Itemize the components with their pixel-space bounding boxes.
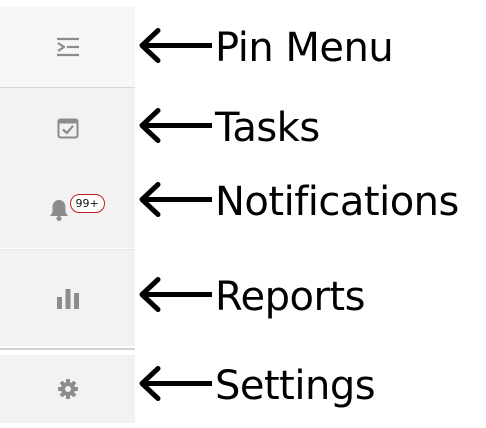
- pin-menu-icon: [55, 36, 81, 58]
- callout-label: Pin Menu: [215, 25, 394, 71]
- arrow-left-icon: [137, 180, 215, 225]
- nav-rail: 99+: [0, 0, 135, 428]
- tasks-icon: [56, 116, 80, 140]
- callout-notifications: Notifications: [137, 172, 482, 232]
- arrow-left-icon: [137, 26, 215, 71]
- notifications-icon-group: 99+: [48, 192, 105, 224]
- notifications-button[interactable]: 99+: [0, 168, 135, 248]
- tasks-button[interactable]: [0, 88, 135, 168]
- callout-tasks: Tasks: [137, 98, 482, 158]
- arrow-left-icon: [137, 275, 215, 320]
- callout-label: Settings: [215, 363, 376, 409]
- callout-reports: Reports: [137, 267, 482, 327]
- bell-icon: [48, 198, 70, 222]
- rail-divider: [0, 348, 135, 350]
- arrow-left-icon: [137, 364, 215, 409]
- callout-pin-menu: Pin Menu: [137, 18, 482, 78]
- bar-chart-icon: [55, 286, 81, 310]
- callout-settings: Settings: [137, 356, 482, 416]
- settings-button[interactable]: [0, 355, 135, 423]
- callout-label: Reports: [215, 274, 365, 320]
- callout-label: Notifications: [215, 179, 459, 225]
- reports-button[interactable]: [0, 249, 135, 346]
- gear-icon: [57, 378, 79, 400]
- callout-label: Tasks: [215, 105, 320, 151]
- pin-menu-button[interactable]: [0, 7, 135, 88]
- notification-count-badge: 99+: [69, 194, 105, 213]
- arrow-left-icon: [137, 106, 215, 151]
